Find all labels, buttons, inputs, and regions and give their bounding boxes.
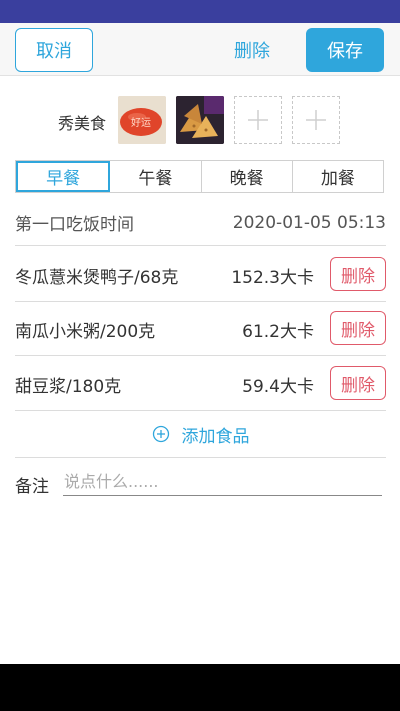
plus-icon [248,110,268,130]
meal-time-value[interactable]: 2020-01-05 05:13 [233,213,386,233]
food-item-row: 甜豆浆/180克 59.4大卡 删除 [15,356,386,411]
note-input[interactable] [63,468,382,496]
meal-time-row[interactable]: 第一口吃饭时间 2020-01-05 05:13 [15,200,386,246]
tab-breakfast[interactable]: 早餐 [16,161,111,192]
food-photo-1[interactable]: 好运 [118,96,166,144]
meal-tabs: 早餐 午餐 晚餐 加餐 [15,160,384,193]
status-bar [0,0,400,23]
meal-time-label: 第一口吃饭时间 [15,215,134,235]
tab-dinner[interactable]: 晚餐 [202,161,293,192]
food-item-name: 南瓜小米粥/200克 [15,322,156,342]
food-photo-2[interactable] [176,96,224,144]
food-item-row: 冬瓜薏米煲鸭子/68克 152.3大卡 删除 [15,247,386,302]
delete-food-button[interactable]: 删除 [330,311,386,345]
cancel-button[interactable]: 取消 [15,28,93,72]
add-food-button[interactable]: 添加食品 [15,411,386,458]
food-item-calories: 59.4大卡 [242,377,314,397]
add-photo-slot[interactable] [292,96,340,144]
tab-snack[interactable]: 加餐 [293,161,383,192]
food-item-calories: 61.2大卡 [242,322,314,342]
tab-lunch[interactable]: 午餐 [110,161,202,192]
delete-food-button[interactable]: 删除 [330,366,386,400]
note-label: 备注 [15,477,49,497]
system-navigation-bar [0,664,400,711]
add-food-label: 添加食品 [181,426,250,447]
top-action-bar: 取消 删除 保存 [0,23,400,76]
food-item-name: 冬瓜薏米煲鸭子/68克 [15,268,179,288]
food-item-name: 甜豆浆/180克 [15,377,122,397]
delete-food-button[interactable]: 删除 [330,257,386,291]
food-item-row: 南瓜小米粥/200克 61.2大卡 删除 [15,301,386,356]
save-button[interactable]: 保存 [306,28,384,72]
food-item-calories: 152.3大卡 [231,268,314,288]
delete-record-button[interactable]: 删除 [222,28,282,72]
photo-caption: 好运 [131,117,151,129]
add-photo-slot[interactable] [234,96,282,144]
photos-label: 秀美食 [58,114,107,133]
plus-circle-icon [152,425,169,443]
plus-icon [306,110,326,130]
